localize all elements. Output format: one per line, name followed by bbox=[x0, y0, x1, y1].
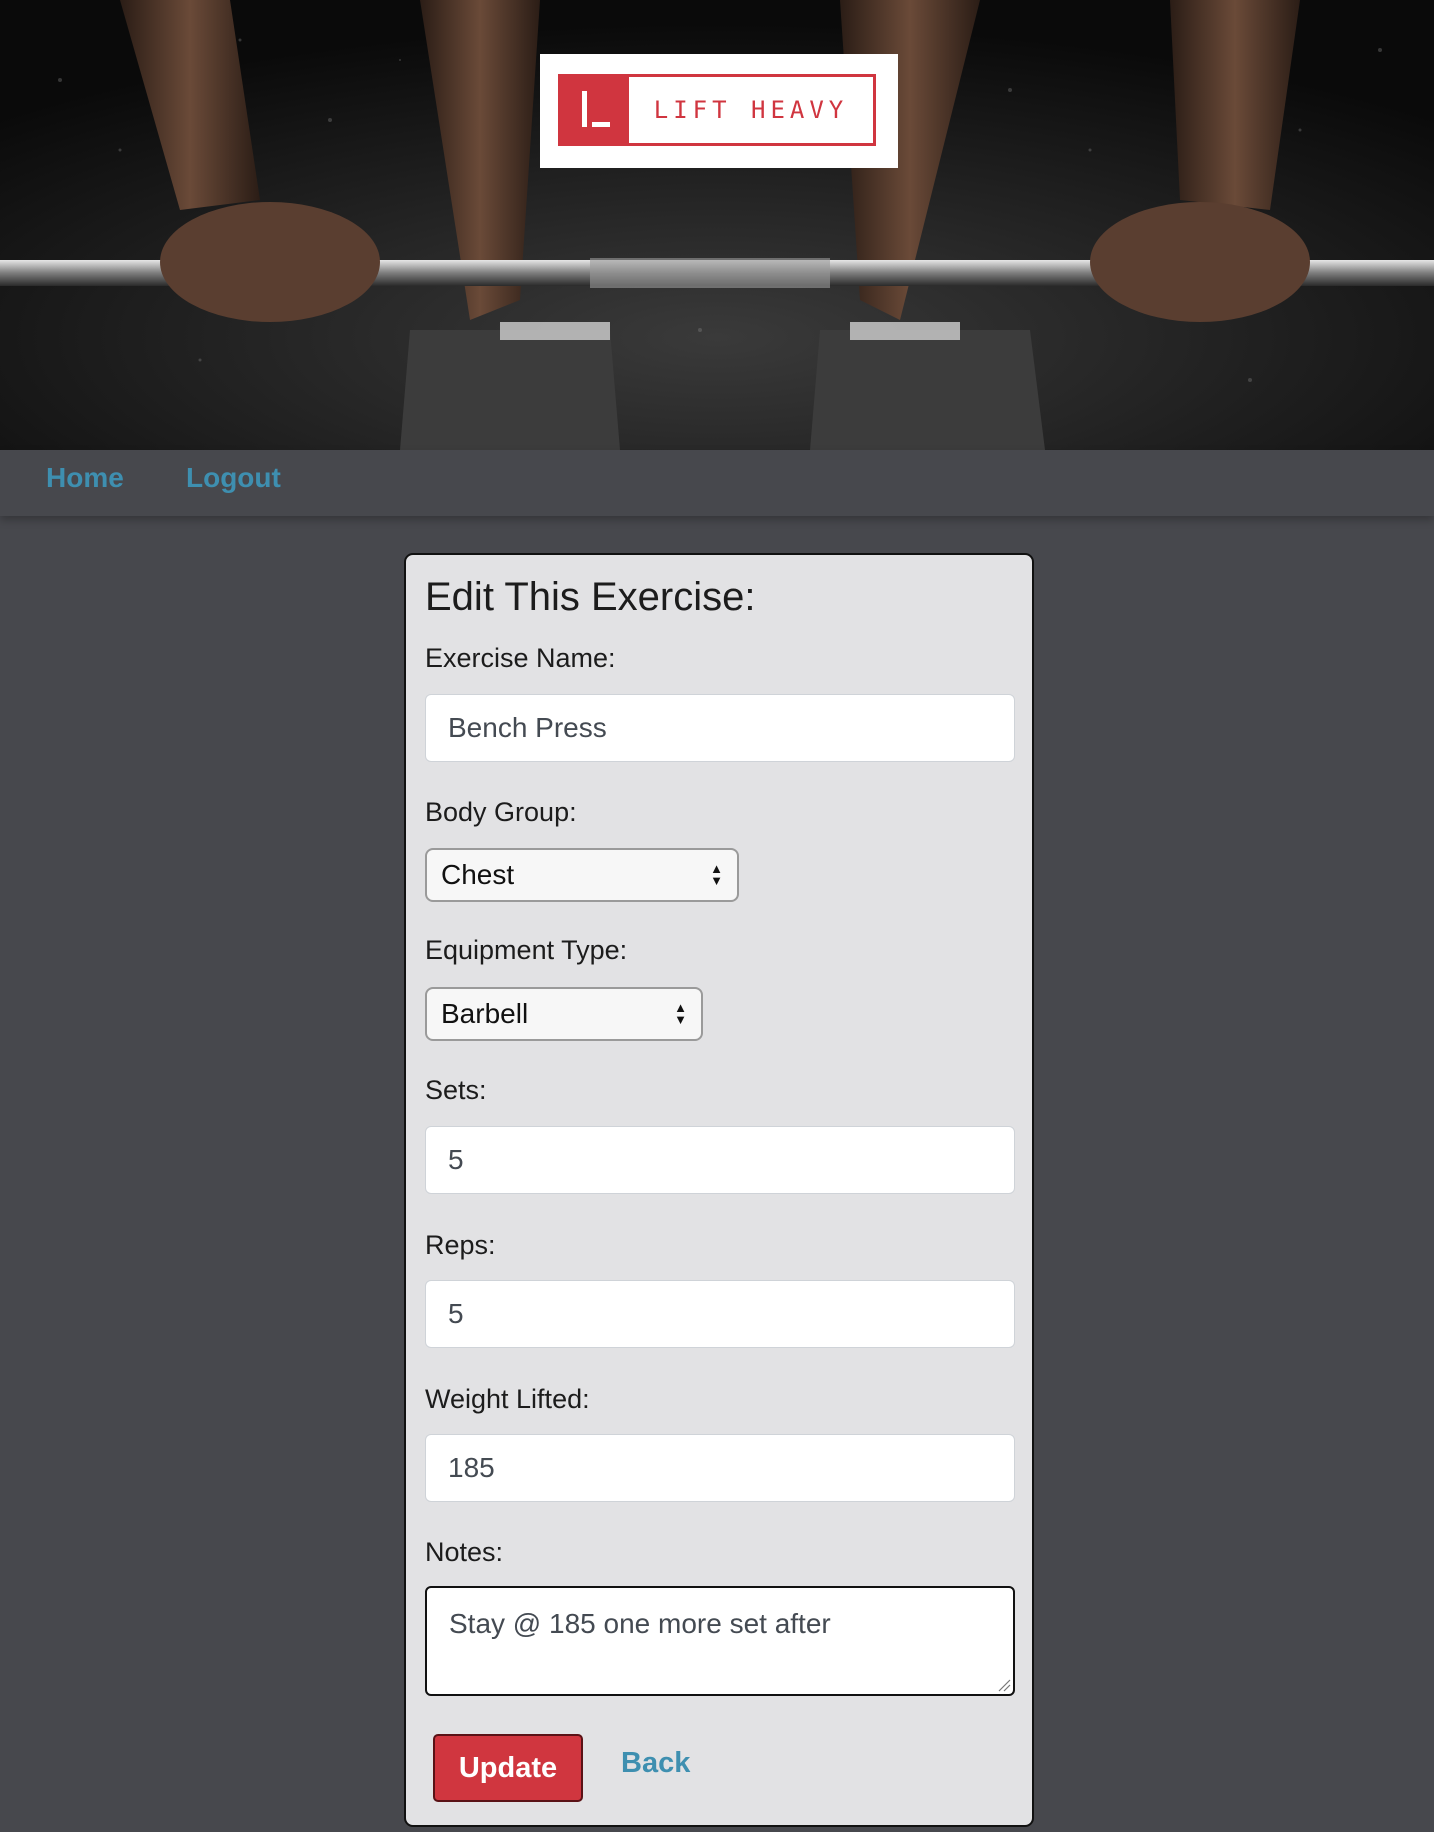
nav-home-link[interactable]: Home bbox=[46, 462, 124, 494]
resize-grip-icon[interactable] bbox=[997, 1678, 1011, 1692]
edit-exercise-card: Edit This Exercise: Exercise Name: Body … bbox=[404, 553, 1034, 1827]
notes-textarea[interactable]: Stay @ 185 one more set after bbox=[425, 1586, 1015, 1696]
sets-input[interactable] bbox=[425, 1126, 1015, 1194]
logo-text: LIFT HEAVY bbox=[653, 96, 849, 124]
update-button[interactable]: Update bbox=[433, 1734, 583, 1802]
equipment-type-select[interactable]: Barbell ▲ ▼ bbox=[425, 987, 703, 1041]
notes-label: Notes: bbox=[425, 1537, 504, 1567]
navbar: Home Logout bbox=[0, 450, 1434, 516]
select-arrows-icon: ▲ ▼ bbox=[710, 861, 723, 888]
body-group-select[interactable]: Chest ▲ ▼ bbox=[425, 848, 739, 902]
logo-frame: LIFT HEAVY bbox=[558, 74, 876, 146]
select-arrows-icon: ▲ ▼ bbox=[674, 1000, 687, 1027]
logo[interactable]: LIFT HEAVY bbox=[540, 54, 898, 168]
equipment-type-label: Equipment Type: bbox=[425, 935, 628, 965]
weight-lifted-input[interactable] bbox=[425, 1434, 1015, 1502]
logo-mark-icon bbox=[561, 77, 629, 143]
hero-banner: LIFT HEAVY bbox=[0, 0, 1434, 450]
notes-wrapper: Stay @ 185 one more set after bbox=[425, 1586, 1015, 1696]
body-group-selected-value: Chest bbox=[441, 859, 515, 890]
weight-lifted-label: Weight Lifted: bbox=[425, 1384, 590, 1414]
equipment-type-selected-value: Barbell bbox=[441, 998, 529, 1029]
reps-input[interactable] bbox=[425, 1280, 1015, 1348]
exercise-name-input[interactable] bbox=[425, 694, 1015, 762]
body-group-label: Body Group: bbox=[425, 797, 577, 827]
reps-label: Reps: bbox=[425, 1230, 496, 1260]
page-title: Edit This Exercise: bbox=[425, 575, 756, 619]
nav-logout-link[interactable]: Logout bbox=[186, 462, 281, 494]
back-link[interactable]: Back bbox=[621, 1747, 690, 1780]
sets-label: Sets: bbox=[425, 1075, 487, 1105]
exercise-name-label: Exercise Name: bbox=[425, 643, 616, 673]
